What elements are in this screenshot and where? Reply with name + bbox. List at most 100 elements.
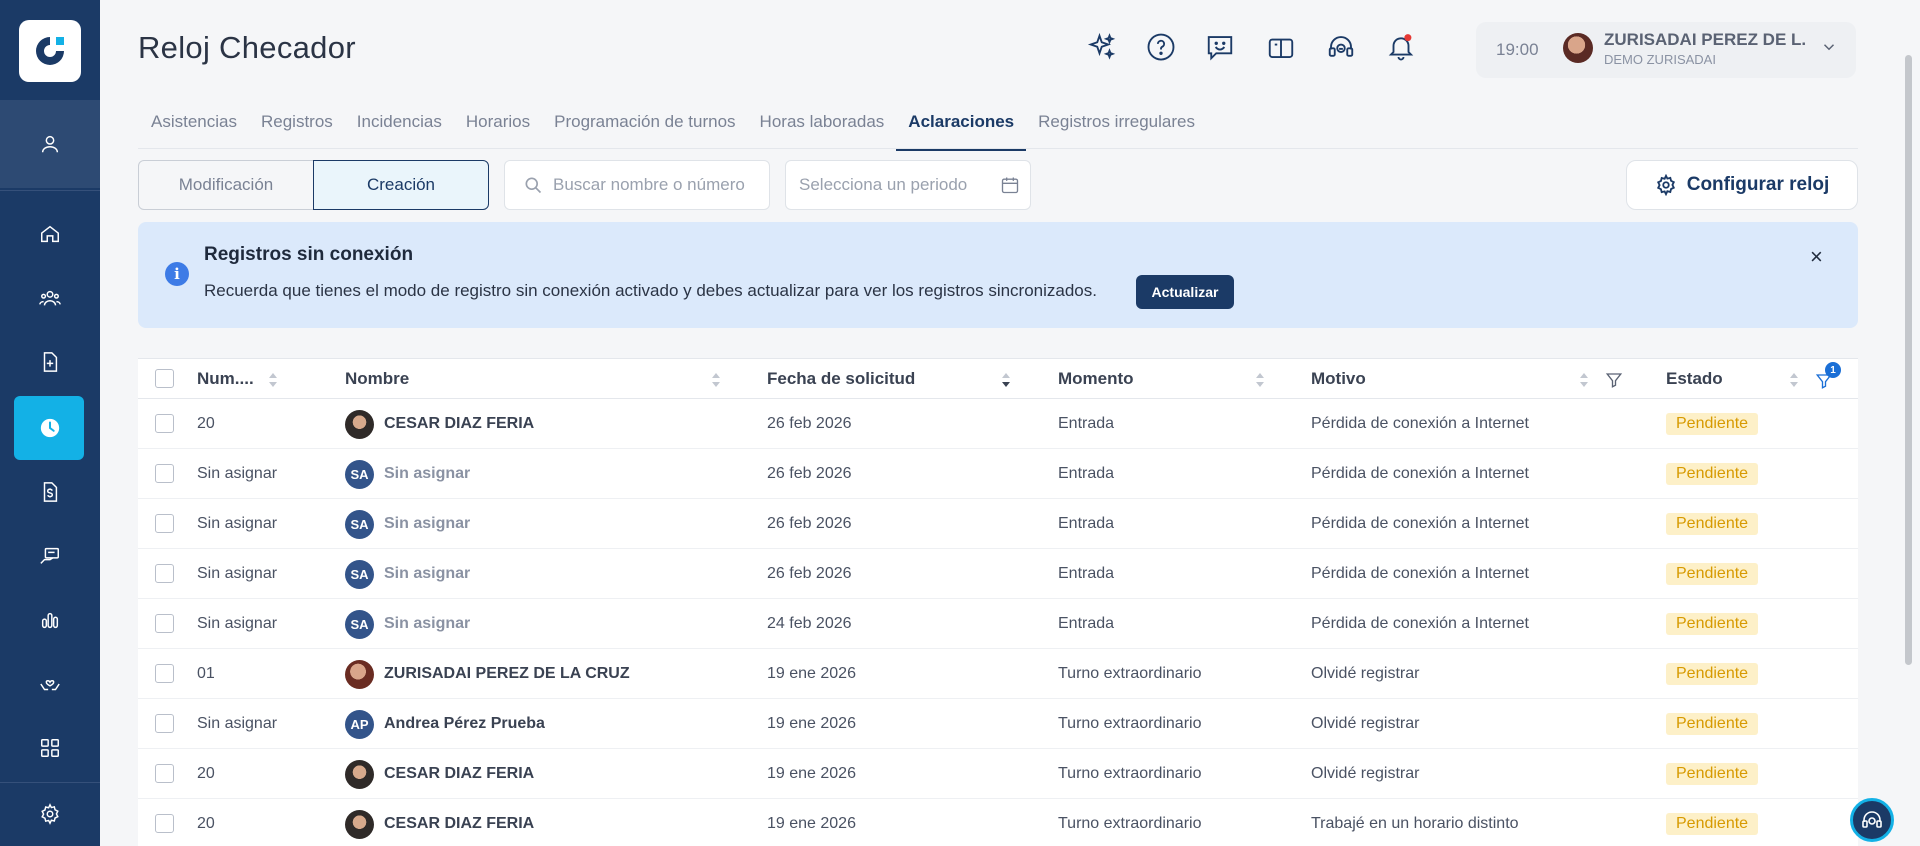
cell-nombre[interactable]: CESAR DIAZ FERIA <box>384 415 534 433</box>
cell-nombre[interactable]: CESAR DIAZ FERIA <box>384 815 534 833</box>
scrollbar[interactable] <box>1905 55 1912 665</box>
sort-icon[interactable] <box>1254 370 1266 390</box>
row-checkbox[interactable] <box>155 414 174 433</box>
table-row[interactable]: Sin asignar SA Sin asignar 24 feb 2026 Entra… <box>138 599 1858 649</box>
cell-nombre[interactable]: Sin asignar <box>384 615 470 633</box>
clock-icon <box>40 418 60 438</box>
search-input[interactable] <box>553 175 763 195</box>
avatar: SA <box>345 460 374 489</box>
cell-nombre[interactable]: CESAR DIAZ FERIA <box>384 765 534 783</box>
cell-momento: Turno extraordinario <box>1058 665 1202 682</box>
header-momento[interactable]: Momento <box>1058 369 1134 389</box>
avatar <box>345 760 374 789</box>
sidebar-item-clock[interactable] <box>0 396 100 460</box>
row-checkbox[interactable] <box>155 514 174 533</box>
sort-icon[interactable] <box>1578 370 1590 390</box>
logo-icon <box>36 37 64 65</box>
row-checkbox[interactable] <box>155 664 174 683</box>
table-row[interactable]: 20 CESAR DIAZ FERIA 19 ene 2026 Turno extra… <box>138 749 1858 799</box>
row-checkbox[interactable] <box>155 764 174 783</box>
row-checkbox[interactable] <box>155 814 174 833</box>
sidebar-item-payroll[interactable] <box>0 460 100 524</box>
cell-momento: Entrada <box>1058 565 1115 582</box>
table-row[interactable]: 20 CESAR DIAZ FERIA 19 ene 2026 Turno extra… <box>138 799 1858 846</box>
offline-alert: i Registros sin conexión Recuerda que ti… <box>138 222 1858 328</box>
sidebar-item-home[interactable] <box>0 202 100 266</box>
sidebar-item-settings[interactable] <box>0 782 100 846</box>
user-menu-toggle[interactable] <box>1820 38 1838 61</box>
hands-heart-icon <box>40 680 60 691</box>
sidebar-profile[interactable] <box>0 100 100 188</box>
document-plus-icon <box>43 352 58 372</box>
cell-num: Sin asignar <box>197 615 278 632</box>
row-checkbox[interactable] <box>155 464 174 483</box>
tab-asistencias[interactable]: Asistencias <box>151 112 249 151</box>
segment-modificacion[interactable]: Modificación <box>138 160 314 210</box>
header-motivo[interactable]: Motivo <box>1311 369 1366 389</box>
header-nombre[interactable]: Nombre <box>345 369 409 389</box>
table-row[interactable]: Sin asignar SA Sin asignar 26 feb 2026 Entra… <box>138 499 1858 549</box>
tab-aclaraciones[interactable]: Aclaraciones <box>896 112 1027 151</box>
cell-nombre[interactable]: Sin asignar <box>384 515 470 533</box>
segment-creacion[interactable]: Creación <box>313 160 489 210</box>
question-icon <box>1147 33 1175 61</box>
table-row[interactable]: Sin asignar SA Sin asignar 26 feb 2026 Entra… <box>138 549 1858 599</box>
sidebar-item-apps[interactable] <box>0 716 100 780</box>
gift-box-icon <box>1268 38 1294 58</box>
cell-motivo: Pérdida de conexión a Internet <box>1311 465 1529 482</box>
sidebar-item-reports[interactable] <box>0 524 100 588</box>
news-button[interactable] <box>1264 30 1298 64</box>
sidebar-item-benefits[interactable] <box>0 652 100 716</box>
avatar <box>345 810 374 839</box>
table-row[interactable]: Sin asignar SA Sin asignar 26 feb 2026 Entra… <box>138 449 1858 499</box>
period-picker[interactable]: Selecciona un periodo <box>785 160 1031 210</box>
update-button[interactable]: Actualizar <box>1136 275 1234 309</box>
tab-programacion-turnos[interactable]: Programación de turnos <box>542 112 747 151</box>
sidebar-item-analytics[interactable] <box>0 588 100 652</box>
table-row[interactable]: 20 CESAR DIAZ FERIA 26 feb 2026 Entrada Pérd… <box>138 399 1858 449</box>
avatar: AP <box>345 710 374 739</box>
user-icon <box>41 135 59 153</box>
cell-nombre[interactable]: ZURISADAI PEREZ DE LA CRUZ <box>384 665 630 683</box>
sort-desc-icon[interactable] <box>1000 370 1012 390</box>
period-placeholder: Selecciona un periodo <box>799 175 968 194</box>
cell-nombre[interactable]: Sin asignar <box>384 465 470 483</box>
sort-icon[interactable] <box>267 370 279 390</box>
app-logo[interactable] <box>19 20 81 82</box>
row-checkbox[interactable] <box>155 564 174 583</box>
tab-horas-laboradas[interactable]: Horas laboradas <box>748 112 897 151</box>
tab-horarios[interactable]: Horarios <box>454 112 542 151</box>
help-button[interactable] <box>1144 30 1178 64</box>
tab-incidencias[interactable]: Incidencias <box>345 112 454 151</box>
home-icon <box>41 225 59 243</box>
cell-motivo: Pérdida de conexión a Internet <box>1311 615 1529 632</box>
support-chat-button[interactable] <box>1850 798 1894 842</box>
notifications-button[interactable] <box>1384 30 1418 64</box>
configure-clock-button[interactable]: Configurar reloj <box>1626 160 1858 210</box>
row-checkbox[interactable] <box>155 714 174 733</box>
cell-num: Sin asignar <box>197 565 278 582</box>
header-fecha-solicitud[interactable]: Fecha de solicitud <box>767 369 915 389</box>
cell-nombre[interactable]: Sin asignar <box>384 565 470 583</box>
table-row[interactable]: Sin asignar AP Andrea Pérez Prueba 19 ene 2… <box>138 699 1858 749</box>
tab-registros-irregulares[interactable]: Registros irregulares <box>1026 112 1207 151</box>
cell-fecha: 19 ene 2026 <box>767 715 856 732</box>
header-num[interactable]: Num.... <box>197 369 254 389</box>
filter-icon[interactable] <box>1605 371 1623 389</box>
sidebar-item-documents[interactable] <box>0 330 100 394</box>
table-row[interactable]: 01 ZURISADAI PEREZ DE LA CRUZ 19 ene 2026 T… <box>138 649 1858 699</box>
row-checkbox[interactable] <box>155 614 174 633</box>
select-all-checkbox[interactable] <box>155 369 174 388</box>
sidebar-item-employees[interactable] <box>0 266 100 330</box>
cell-nombre[interactable]: Andrea Pérez Prueba <box>384 715 545 733</box>
sort-icon[interactable] <box>710 370 722 390</box>
feedback-button[interactable] <box>1203 30 1237 64</box>
sort-icon[interactable] <box>1788 370 1800 390</box>
ai-sparkle-button[interactable] <box>1085 30 1119 64</box>
header-estado[interactable]: Estado <box>1666 369 1723 389</box>
status-badge: Pendiente <box>1666 513 1759 535</box>
status-badge: Pendiente <box>1666 463 1759 485</box>
tab-registros[interactable]: Registros <box>249 112 345 151</box>
support-button[interactable] <box>1324 30 1358 64</box>
close-icon[interactable]: × <box>1810 244 1823 270</box>
